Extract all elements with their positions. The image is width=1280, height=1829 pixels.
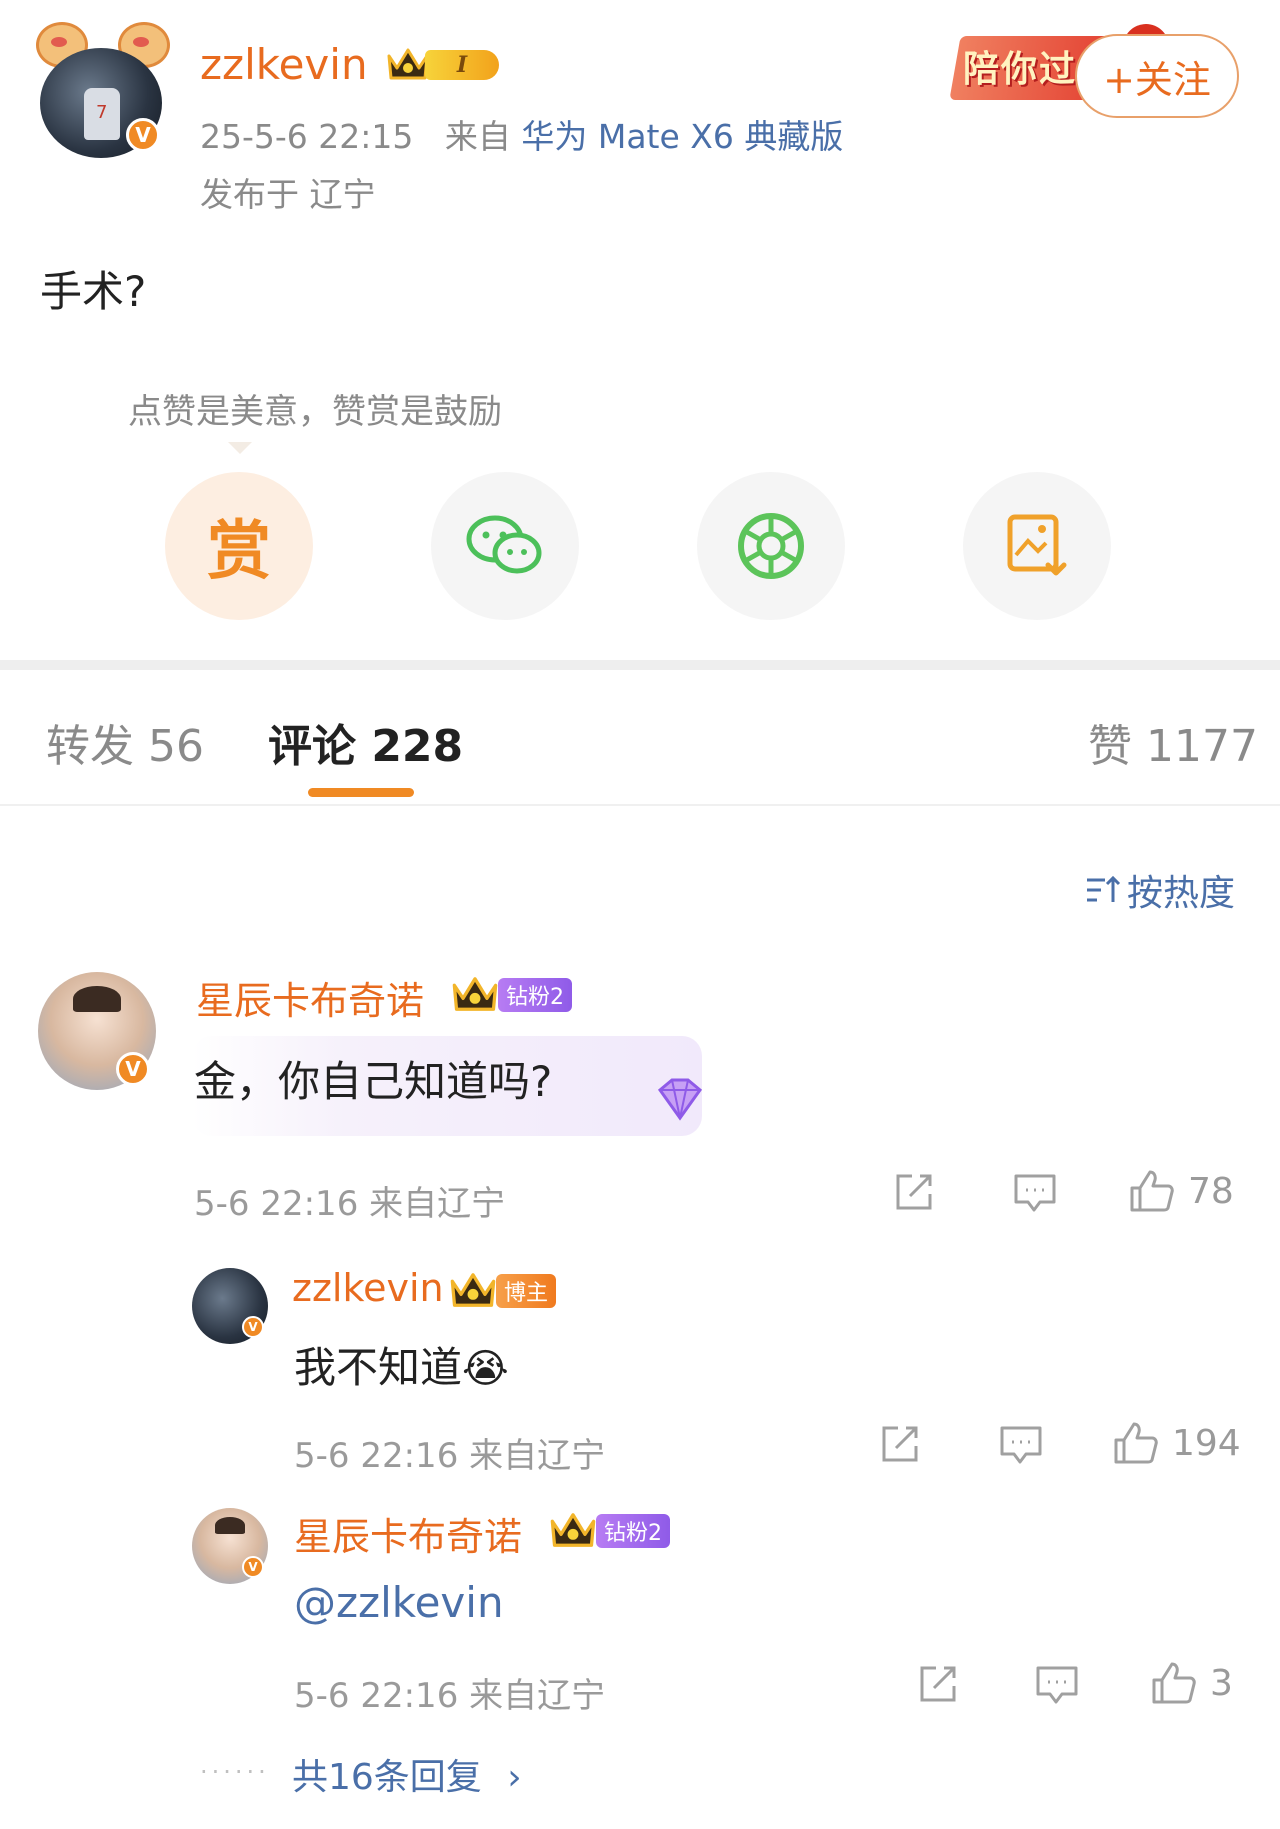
comment-text-body: 我不知道 (294, 1343, 463, 1392)
share-icon (882, 1426, 918, 1462)
tab-comments[interactable]: 评论 228 (268, 710, 463, 774)
more-replies-link[interactable]: 共16条回复 › (292, 1748, 522, 1800)
verified-icon: V (116, 1052, 150, 1086)
comment-icon (1036, 1666, 1078, 1704)
reply-button[interactable] (1034, 1664, 1080, 1706)
thumbs-up-icon (1152, 1662, 1196, 1704)
reward-button[interactable]: 赏 (165, 472, 313, 620)
comment-meta: 5-6 22:16 来自辽宁 (194, 1184, 506, 1224)
mention-link[interactable]: @zzlkevin (294, 1578, 504, 1627)
wechat-icon (466, 515, 542, 574)
commenter-name[interactable]: 星辰卡布奇诺 (294, 1506, 522, 1561)
thumbs-up-icon (1114, 1422, 1158, 1464)
comment-text: 我不知道😭 (294, 1334, 509, 1395)
commenter-name[interactable]: 星辰卡布奇诺 (196, 970, 424, 1025)
moments-icon (738, 513, 804, 579)
hint-pointer (228, 442, 252, 454)
reward-hint: 点赞是美意，赞赏是鼓励 (128, 392, 502, 432)
comment-meta: 5-6 22:16 来自辽宁 (294, 1436, 606, 1476)
post-text: 手术? (40, 267, 147, 316)
level-badge[interactable]: I (385, 44, 503, 84)
share-comment-button[interactable] (878, 1424, 922, 1464)
share-comment-button[interactable] (892, 1172, 936, 1212)
diamond-icon (657, 1078, 703, 1121)
crown-icon (450, 1273, 496, 1307)
from-label: 来自 (444, 117, 511, 156)
save-image-icon (1007, 514, 1067, 576)
crown-icon (550, 1513, 596, 1547)
level-label: I (425, 50, 499, 80)
like-count: 3 (1210, 1662, 1233, 1704)
fan-badge[interactable]: 钻粉2 (498, 978, 572, 1012)
like-button[interactable]: 78 (1128, 1168, 1234, 1214)
comment-icon (1014, 1174, 1056, 1212)
crown-icon (452, 977, 498, 1011)
moments-share-button[interactable] (697, 472, 845, 620)
post-meta: 25-5-6 22:15 来自 华为 Mate X6 典藏版 (200, 110, 843, 158)
section-divider (0, 660, 1280, 670)
like-button[interactable]: 194 (1112, 1420, 1241, 1466)
reply-button[interactable] (1012, 1172, 1058, 1214)
comment-icon (1000, 1426, 1042, 1464)
tab-divider (0, 804, 1280, 806)
save-image-button[interactable] (963, 472, 1111, 620)
sort-label: 按热度 (1127, 873, 1236, 914)
fan-badge[interactable]: 钻粉2 (596, 1514, 670, 1548)
post-time: 25-5-6 22:15 (200, 117, 414, 156)
comment-text: 金，你自己知道吗? (194, 1057, 553, 1106)
active-tab-indicator (308, 788, 414, 797)
sort-icon (1087, 875, 1121, 902)
reply-dots: ······ (200, 1758, 270, 1786)
sort-button[interactable]: 按热度 (1085, 864, 1235, 916)
wechat-share-button[interactable] (431, 472, 579, 620)
verified-icon: V (242, 1556, 264, 1578)
reply-button[interactable] (998, 1424, 1044, 1466)
author-name[interactable]: zzlkevin (200, 40, 368, 89)
like-count: 78 (1188, 1170, 1234, 1212)
tab-repost[interactable]: 转发 56 (46, 710, 204, 774)
share-icon (920, 1666, 956, 1702)
verified-icon: V (126, 118, 160, 152)
device-link[interactable]: 华为 Mate X6 典藏版 (521, 117, 843, 156)
follow-button[interactable]: +关注 (1075, 34, 1239, 118)
thumbs-up-icon (1130, 1170, 1174, 1212)
post-location: 发布于 辽宁 (200, 175, 376, 214)
like-button[interactable]: 3 (1150, 1660, 1233, 1706)
more-replies-label: 共16条回复 (292, 1757, 482, 1798)
commenter-name[interactable]: zzlkevin (292, 1266, 444, 1310)
verified-icon: V (242, 1316, 264, 1338)
chevron-right-icon: › (507, 1757, 522, 1798)
comment-meta: 5-6 22:16 来自辽宁 (294, 1676, 606, 1716)
reward-icon: 赏 (207, 515, 271, 589)
host-badge: 博主 (496, 1274, 557, 1308)
share-icon (896, 1174, 932, 1210)
like-count: 194 (1172, 1422, 1241, 1464)
promo-text: 陪你过 (963, 49, 1078, 90)
crying-emoji-icon: 😭 (462, 1346, 509, 1392)
share-comment-button[interactable] (916, 1664, 960, 1704)
tab-likes[interactable]: 赞 1177 (1088, 710, 1258, 774)
